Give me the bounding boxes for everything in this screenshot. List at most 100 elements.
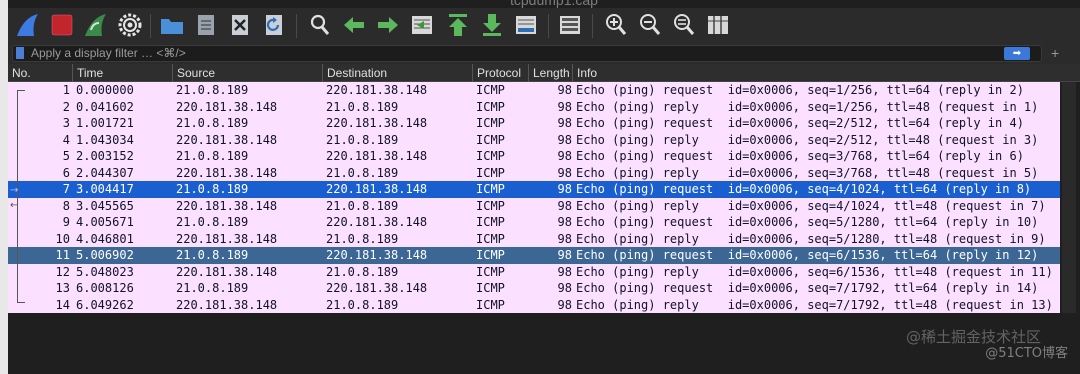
column-header-no[interactable]: No. (8, 64, 72, 82)
packet-row[interactable]: 10 4.046801 220.181.38.148 21.0.8.189 ICMP 98… (8, 230, 1060, 247)
packet-source: 21.0.8.189 (176, 248, 249, 262)
zoom-in-icon[interactable] (602, 11, 630, 39)
go-last-icon[interactable] (478, 11, 506, 39)
packet-time: 1.043034 (76, 132, 134, 147)
packet-time: 6.049262 (76, 297, 134, 312)
packet-length: 98 (557, 198, 572, 213)
stop-square-icon[interactable] (48, 11, 76, 39)
packet-protocol: ICMP (476, 215, 505, 229)
packet-time: 4.046801 (76, 231, 134, 246)
packet-destination: 21.0.8.189 (326, 231, 399, 246)
packet-protocol: ICMP (476, 248, 505, 262)
packet-info: Echo (ping) reply id=0x0006, seq=2/512, … (576, 132, 1039, 147)
packet-info: Echo (ping) reply id=0x0006, seq=6/1536,… (576, 264, 1053, 279)
column-header-source[interactable]: Source (172, 64, 322, 82)
packet-info: Echo (ping) request id=0x0006, seq=5/128… (576, 215, 1039, 229)
folder-icon[interactable] (158, 11, 186, 39)
packet-row[interactable]: 4 1.043034 220.181.38.148 21.0.8.189 ICMP 98 E… (8, 131, 1060, 148)
packet-destination: 220.181.38.148 (326, 281, 428, 295)
packet-source: 21.0.8.189 (176, 215, 249, 229)
packet-length: 98 (557, 116, 572, 130)
file-icon[interactable] (192, 11, 220, 39)
packet-length: 98 (557, 132, 572, 147)
packet-time: 6.008126 (76, 281, 134, 295)
reload-icon[interactable] (260, 11, 288, 39)
packet-length: 98 (557, 83, 572, 97)
packet-destination: 220.181.38.148 (326, 116, 428, 130)
packet-row[interactable]: 14 6.049262 220.181.38.148 21.0.8.189 ICMP 98… (8, 296, 1060, 313)
packet-destination: 21.0.8.189 (326, 99, 399, 114)
arrow-left-icon[interactable] (340, 11, 368, 39)
packet-length: 98 (557, 281, 572, 295)
packet-list-header: No. Time Source Destination Protocol Len… (8, 64, 1080, 82)
packet-destination: 21.0.8.189 (326, 264, 399, 279)
gear-icon[interactable] (116, 11, 144, 39)
arrow-right-icon[interactable] (374, 11, 402, 39)
conversation-bracket-bottom (17, 302, 25, 303)
packet-row[interactable]: 8 3.045565 220.181.38.148 21.0.8.189 ICMP 98 E… (8, 197, 1060, 214)
conversation-bracket (17, 90, 18, 303)
packet-destination: 220.181.38.148 (326, 248, 428, 262)
packet-protocol: ICMP (476, 281, 505, 295)
packet-list-scrollbar[interactable] (1062, 82, 1076, 313)
restart-fin-icon[interactable] (82, 11, 110, 39)
packet-time: 2.003152 (76, 149, 134, 163)
packet-source: 220.181.38.148 (176, 99, 278, 114)
resize-columns-icon[interactable] (704, 11, 732, 39)
packet-row[interactable]: 5 2.003152 21.0.8.189 220.181.38.148 ICMP 98 E… (8, 148, 1060, 165)
packet-row[interactable]: 6 2.044307 220.181.38.148 21.0.8.189 ICMP 98 E… (8, 164, 1060, 181)
packet-destination: 21.0.8.189 (326, 198, 399, 213)
packet-row[interactable]: 2 0.041602 220.181.38.148 21.0.8.189 ICMP 98 E… (8, 98, 1060, 115)
packet-info: Echo (ping) request id=0x0006, seq=6/153… (576, 248, 1039, 262)
close-file-icon[interactable] (226, 11, 254, 39)
packet-info: Echo (ping) reply id=0x0006, seq=1/256, … (576, 99, 1039, 114)
packet-time: 5.006902 (76, 248, 134, 262)
packet-protocol: ICMP (476, 149, 505, 163)
column-header-length[interactable]: Length (528, 64, 572, 82)
packet-destination: 220.181.38.148 (326, 182, 428, 196)
apply-filter-button[interactable]: ➡ (1004, 47, 1030, 60)
packet-length: 98 (557, 248, 572, 262)
packet-protocol: ICMP (476, 83, 505, 97)
zoom-out-icon[interactable] (636, 11, 664, 39)
display-filter-input[interactable]: Apply a display filter … <⌘/> (12, 45, 1042, 62)
packet-protocol: ICMP (476, 231, 505, 246)
shark-fin-start-icon[interactable] (14, 11, 42, 39)
packet-row[interactable]: 11 5.006902 21.0.8.189 220.181.38.148 ICMP 98… (8, 247, 1060, 264)
go-first-icon[interactable] (444, 11, 472, 39)
packet-row[interactable]: 3 1.001721 21.0.8.189 220.181.38.148 ICMP 98 E… (8, 115, 1060, 132)
zoom-reset-icon[interactable] (670, 11, 698, 39)
column-header-destination[interactable]: Destination (322, 64, 472, 82)
add-filter-button[interactable]: + (1051, 44, 1059, 62)
toolbar-separator (150, 14, 151, 38)
packet-row[interactable]: 12 5.048023 220.181.38.148 21.0.8.189 ICMP 98… (8, 263, 1060, 280)
packet-row[interactable]: 9 4.005671 21.0.8.189 220.181.38.148 ICMP 98 E… (8, 214, 1060, 231)
watermark-51cto: @51CTO博客 (985, 346, 1068, 361)
packet-source: 21.0.8.189 (176, 149, 249, 163)
search-icon[interactable] (306, 11, 334, 39)
packet-row[interactable]: 13 6.008126 21.0.8.189 220.181.38.148 ICMP 98… (8, 280, 1060, 297)
column-header-info[interactable]: Info (572, 64, 1080, 82)
packet-time: 3.045565 (76, 198, 134, 213)
packet-info: Echo (ping) request id=0x0006, seq=7/179… (576, 281, 1039, 295)
packet-source: 220.181.38.148 (176, 132, 278, 147)
packet-protocol: ICMP (476, 99, 505, 114)
column-header-time[interactable]: Time (72, 64, 172, 82)
packet-length: 98 (557, 264, 572, 279)
packet-destination: 220.181.38.148 (326, 83, 428, 97)
packet-row[interactable]: 1 0.000000 21.0.8.189 220.181.38.148 ICMP 98 E… (8, 82, 1060, 99)
bookmark-icon[interactable] (16, 47, 24, 59)
packet-protocol: ICMP (476, 297, 505, 312)
autoscroll-icon[interactable] (512, 11, 540, 39)
display-filter-bar: Apply a display filter … <⌘/> ➡ + (8, 44, 1080, 64)
packet-time: 1.001721 (76, 116, 134, 130)
colorize-icon[interactable] (556, 11, 584, 39)
packet-info: Echo (ping) request id=0x0006, seq=1/256… (576, 83, 1024, 97)
packet-row[interactable]: 7 3.004417 21.0.8.189 220.181.38.148 ICMP 98 E… (8, 181, 1060, 198)
packet-destination: 220.181.38.148 (326, 149, 428, 163)
go-to-packet-icon[interactable] (408, 11, 436, 39)
packet-info: Echo (ping) request id=0x0006, seq=2/512… (576, 116, 1024, 130)
column-header-protocol[interactable]: Protocol (472, 64, 528, 82)
packet-protocol: ICMP (476, 198, 505, 213)
packet-destination: 220.181.38.148 (326, 215, 428, 229)
